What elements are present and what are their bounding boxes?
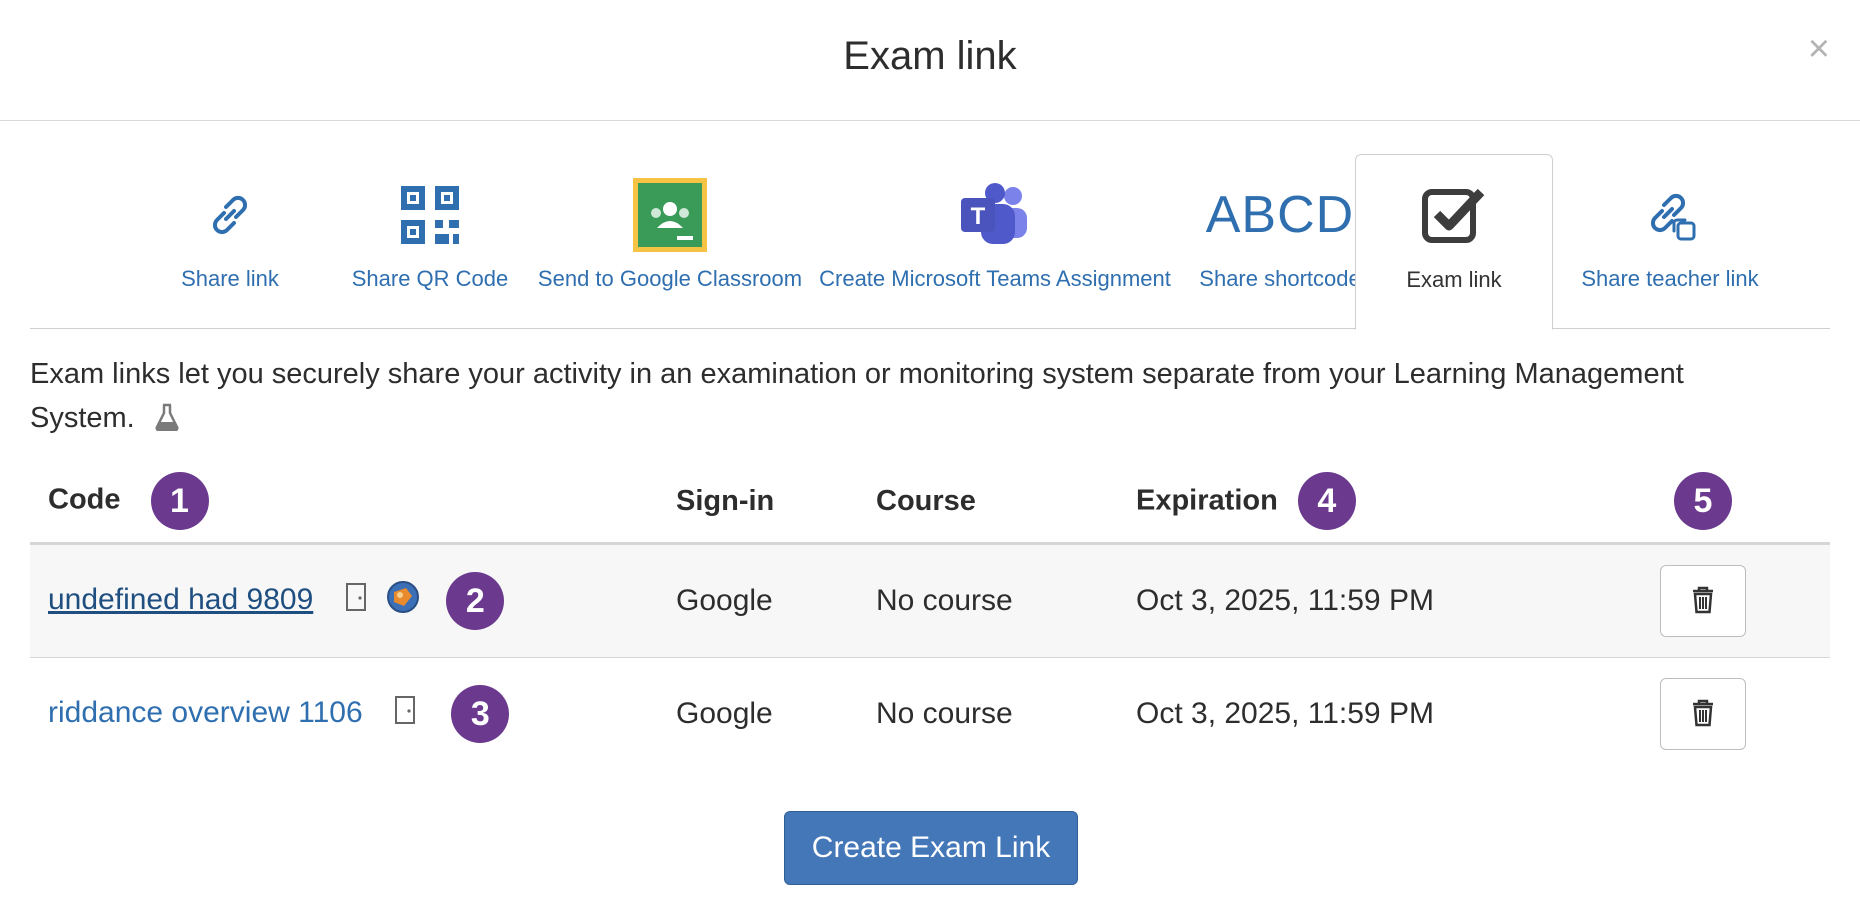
- step-badge: 5: [1674, 472, 1732, 530]
- dialog-header: Exam link ×: [0, 0, 1860, 121]
- tab-share-shortcode[interactable]: ABCD Share shortcode: [1180, 154, 1380, 328]
- tab-label: Share teacher link: [1581, 266, 1759, 291]
- share-tabs: Share link Share QR Code Send to Google …: [30, 154, 1830, 330]
- tab-label: Create Microsoft Teams Assignment: [819, 266, 1171, 291]
- checkbox-check-icon: [1421, 171, 1487, 261]
- table-header-row: Code 1 Sign-in Course Expiration 4 5: [30, 460, 1830, 545]
- tab-exam-link[interactable]: Exam link: [1355, 154, 1553, 330]
- actions-cell: [1576, 543, 1830, 658]
- teacher-link-icon: [1642, 170, 1698, 260]
- proctor-app-icon: [386, 580, 420, 622]
- expiration-cell: Oct 3, 2025, 11:59 PM: [1136, 697, 1434, 730]
- tab-create-teams-assignment[interactable]: T Create Microsoft Teams Assignment: [810, 154, 1180, 328]
- dialog-title: Exam link: [843, 34, 1017, 78]
- header-course: Course: [858, 460, 1118, 545]
- signin-cell: Google: [676, 697, 773, 730]
- link-icon: [204, 170, 256, 260]
- delete-button[interactable]: [1660, 678, 1746, 750]
- step-badge: 2: [446, 572, 505, 630]
- microsoft-teams-icon: T: [959, 170, 1031, 260]
- tab-label: Send to Google Classroom: [537, 266, 803, 291]
- exam-links-table: Code 1 Sign-in Course Expiration 4 5 undef…: [30, 460, 1830, 770]
- qr-code-icon: [399, 170, 461, 260]
- header-signin: Sign-in: [658, 460, 858, 545]
- tab-share-qr-code[interactable]: Share QR Code: [330, 154, 530, 328]
- course-cell: No course: [858, 543, 1118, 658]
- header-actions: 5: [1576, 460, 1830, 545]
- door-icon: [393, 695, 417, 733]
- exam-code-link[interactable]: riddance overview 1106: [48, 696, 363, 729]
- tab-send-to-google-classroom[interactable]: Send to Google Classroom: [530, 154, 810, 328]
- header-code: Code 1: [30, 460, 658, 545]
- tab-label: Share link: [181, 266, 279, 291]
- expiration-cell: Oct 3, 2025, 11:59 PM: [1118, 543, 1576, 658]
- tab-label: Exam link: [1406, 267, 1502, 292]
- svg-text:T: T: [971, 203, 986, 230]
- google-classroom-icon: [633, 170, 707, 260]
- exam-link-dialog: Exam link × Share link Share QR Code Sen…: [0, 0, 1860, 914]
- delete-button[interactable]: [1660, 565, 1746, 637]
- tab-share-teacher-link[interactable]: Share teacher link: [1560, 154, 1780, 328]
- trash-icon: [1691, 586, 1715, 617]
- flask-icon: [155, 400, 179, 444]
- door-icon: [344, 582, 368, 620]
- shortcode-icon: ABCD: [1205, 186, 1355, 244]
- header-expiration: Expiration 4: [1118, 460, 1576, 545]
- actions-cell: [1576, 658, 1830, 771]
- close-icon[interactable]: ×: [1808, 30, 1830, 68]
- course-cell: No course: [876, 697, 1013, 730]
- step-badge: 1: [150, 472, 209, 530]
- code-cell: undefined had 9809 2: [30, 543, 658, 658]
- table-row: undefined had 9809 2 Google No course Oc…: [30, 543, 1830, 658]
- create-exam-link-button[interactable]: Create Exam Link: [784, 811, 1078, 885]
- signin-cell: Google: [658, 543, 858, 658]
- table-row: riddance overview 1106 3 Google No cours…: [30, 658, 1830, 771]
- step-badge: 3: [451, 685, 510, 743]
- exam-link-description: Exam links let you securely share your a…: [30, 352, 1780, 444]
- tab-share-link[interactable]: Share link: [130, 154, 330, 328]
- step-badge: 4: [1297, 472, 1356, 530]
- exam-code-link[interactable]: undefined had 9809: [48, 583, 313, 616]
- code-cell: riddance overview 1106 3: [30, 658, 658, 771]
- trash-icon: [1691, 699, 1715, 730]
- tab-label: Share QR Code: [351, 266, 509, 291]
- tab-label: Share shortcode: [1199, 266, 1361, 291]
